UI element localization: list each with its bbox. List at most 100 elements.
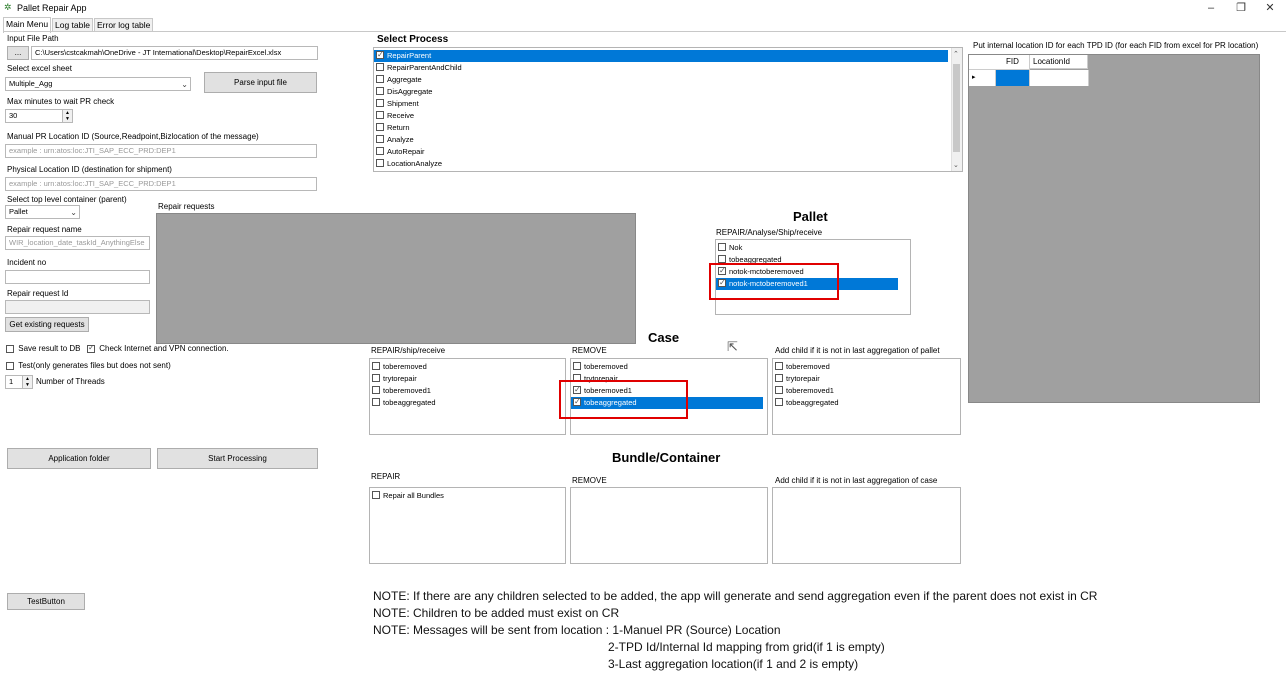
bundle-add-list[interactable] [772, 487, 961, 564]
window-title: Pallet Repair App [17, 3, 87, 13]
scrollbar[interactable]: ⌃ ⌄ [951, 48, 962, 171]
list-item-checkbox[interactable] [718, 255, 726, 264]
list-item-label: tobeaggregated [383, 398, 436, 407]
list-item-label: DisAggregate [387, 87, 433, 96]
tab-log-table[interactable]: Log table [52, 18, 93, 32]
list-item-checkbox[interactable] [376, 159, 384, 168]
test-only-option[interactable]: Test(only generates files but does not s… [6, 361, 171, 370]
list-item-checkbox[interactable] [775, 374, 783, 383]
bundle-add-label: Add child if it is not in last aggregati… [775, 476, 938, 485]
get-existing-requests-button[interactable]: Get existing requests [5, 317, 89, 332]
chevron-up-icon[interactable]: ⌃ [953, 50, 959, 58]
list-item[interactable]: RepairParentAndChild [374, 62, 962, 74]
list-item[interactable]: toberemoved [773, 361, 960, 373]
list-item[interactable]: toberemoved [571, 361, 767, 373]
list-item[interactable]: Return [374, 122, 962, 134]
list-item-checkbox[interactable] [718, 243, 726, 252]
start-processing-button[interactable]: Start Processing [157, 448, 318, 469]
list-item[interactable]: RepairParent [374, 49, 948, 62]
max-minutes-stepper[interactable]: 30 ▲ ▼ [5, 109, 73, 123]
chevron-down-icon[interactable]: ⌄ [953, 161, 959, 169]
incident-field[interactable] [5, 270, 150, 284]
list-item-checkbox[interactable] [376, 123, 384, 132]
list-item[interactable]: tobeaggregated [773, 397, 960, 409]
list-item-checkbox[interactable] [775, 386, 783, 395]
application-folder-button[interactable]: Application folder [7, 448, 151, 469]
repair-name-field[interactable]: WIR_location_date_taskId_AnythingElse [5, 236, 150, 250]
list-item-checkbox[interactable] [775, 362, 783, 371]
list-item-checkbox[interactable] [573, 362, 581, 371]
list-item[interactable]: toberemoved1 [773, 385, 960, 397]
top-container-select[interactable]: Pallet ⌄ [5, 205, 80, 219]
list-item-checkbox[interactable] [376, 49, 384, 61]
grid-header-fid[interactable]: FID [996, 55, 1030, 70]
save-db-checkbox[interactable] [6, 344, 14, 353]
spin-arrows-icon[interactable]: ▲ ▼ [62, 110, 72, 122]
list-item[interactable]: Aggregate [374, 74, 962, 86]
list-item-label: RepairParent [387, 51, 432, 60]
close-button[interactable]: ✕ [1253, 0, 1287, 17]
test-only-checkbox[interactable] [6, 361, 14, 370]
list-item-checkbox[interactable] [376, 75, 384, 84]
list-item[interactable]: Repair all Bundles [370, 490, 565, 502]
repair-requests-label: Repair requests [158, 202, 215, 211]
list-item-checkbox[interactable] [376, 147, 384, 156]
list-item[interactable]: toberemoved [370, 361, 565, 373]
grid-cell-fid[interactable] [996, 70, 1030, 86]
threads-stepper[interactable]: 1 ▲ ▼ [5, 375, 33, 389]
test-button[interactable]: TestButton [7, 593, 85, 610]
check-internet-option[interactable]: Check Internet and VPN connection. [87, 343, 229, 353]
list-item[interactable]: DisAggregate [374, 86, 962, 98]
select-process-list[interactable]: RepairParent RepairParentAndChild Aggregat… [373, 47, 963, 172]
physical-location-field[interactable]: example : urn:atos:loc:JTI_SAP_ECC_PRD:D… [5, 177, 317, 191]
list-item-checkbox[interactable] [775, 398, 783, 407]
repair-requests-grid[interactable] [156, 213, 636, 344]
parse-input-button[interactable]: Parse input file [204, 72, 317, 93]
manual-pr-field[interactable]: example : urn:atos:loc:JTI_SAP_ECC_PRD:D… [5, 144, 317, 158]
save-db-option[interactable]: Save result to DB [6, 344, 80, 353]
list-item-checkbox[interactable] [376, 87, 384, 96]
case-add-list[interactable]: toberemoved trytorepair toberemoved1 tobeag… [772, 358, 961, 435]
list-item-checkbox[interactable] [376, 135, 384, 144]
list-item[interactable]: trytorepair [370, 373, 565, 385]
list-item-checkbox[interactable] [372, 398, 380, 407]
grid-cell-locationid[interactable] [1030, 70, 1089, 86]
list-item[interactable]: Receive [374, 110, 962, 122]
list-item[interactable]: toberemoved1 [370, 385, 565, 397]
scrollbar-thumb[interactable] [953, 64, 960, 152]
browse-button[interactable]: ... [7, 46, 29, 60]
repair-id-field[interactable] [5, 300, 150, 314]
list-item-checkbox[interactable] [376, 111, 384, 120]
bundle-repair-list[interactable]: Repair all Bundles [369, 487, 566, 564]
list-item-checkbox[interactable] [376, 99, 384, 108]
spin-arrows-icon[interactable]: ▲ ▼ [22, 376, 32, 388]
location-grid[interactable]: FID LocationId ▸ [968, 54, 1260, 403]
bundle-remove-list[interactable] [570, 487, 768, 564]
list-item-checkbox[interactable] [372, 374, 380, 383]
minimize-button[interactable]: – [1194, 0, 1228, 17]
case-repair-list[interactable]: toberemoved trytorepair toberemoved1 tobeag… [369, 358, 566, 435]
list-item[interactable]: tobeaggregated [370, 397, 565, 409]
list-item[interactable]: Nok [716, 242, 910, 254]
note-line: NOTE: Messages will be sent from locatio… [373, 623, 781, 637]
check-internet-checkbox[interactable] [87, 343, 95, 353]
list-item-checkbox[interactable] [376, 63, 384, 72]
excel-sheet-select[interactable]: Multiple_Agg ⌄ [5, 77, 191, 91]
list-item[interactable]: Shipment [374, 98, 962, 110]
list-item-checkbox[interactable] [372, 386, 380, 395]
list-item-checkbox[interactable] [372, 362, 380, 371]
note-line: NOTE: If there are any children selected… [373, 589, 1098, 603]
bundle-repair-label: REPAIR [371, 472, 401, 481]
list-item[interactable]: trytorepair [773, 373, 960, 385]
tab-error-log-table[interactable]: Error log table [94, 18, 154, 32]
list-item-checkbox[interactable] [372, 491, 380, 500]
top-container-value: Pallet [9, 207, 28, 216]
list-item[interactable]: Analyze [374, 134, 962, 146]
case-remove-label: REMOVE [572, 346, 607, 355]
grid-header-locationid[interactable]: LocationId [1030, 55, 1088, 69]
input-file-path-field[interactable]: C:\Users\cstcakmah\OneDrive - JT Interna… [31, 46, 318, 60]
list-item[interactable]: AutoRepair [374, 146, 962, 158]
list-item-label: Aggregate [387, 75, 422, 84]
note-line: 3-Last aggregation location(if 1 and 2 i… [608, 657, 859, 671]
list-item[interactable]: LocationAnalyze [374, 158, 962, 170]
